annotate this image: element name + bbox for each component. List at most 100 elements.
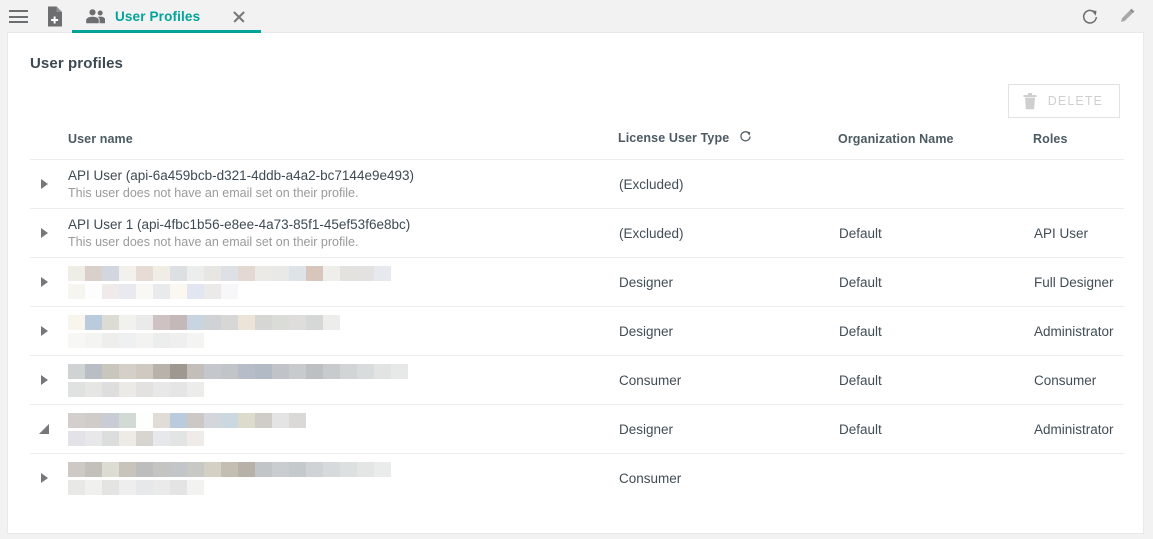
redacted-block [102,412,119,428]
redacted-block [221,412,238,428]
redacted-block [272,412,289,428]
redacted-block [340,265,357,281]
refresh-icon [740,131,751,142]
redacted-line [68,265,618,281]
redacted-block [340,461,357,477]
table-toolbar: DELETE [8,72,1143,118]
delete-button[interactable]: DELETE [1007,84,1120,118]
cell-user-name [68,257,618,307]
cell-license-user-type-text: Consumer [619,372,682,388]
redacted-block [374,461,391,477]
redacted-block [221,265,238,281]
cell-license-user-type-text: Designer [619,274,674,290]
cell-roles: Administrator [1033,404,1124,454]
table-row[interactable]: Consumer Default Consumer [30,355,1124,405]
redacted-block [204,363,221,379]
table-row[interactable]: Designer Default Full Designer [30,257,1124,307]
cell-roles [1033,159,1124,209]
close-icon[interactable] [231,9,247,25]
redacted-user-name [68,410,618,449]
redacted-line [68,430,618,446]
edit-button[interactable] [1111,2,1141,32]
redacted-block [221,314,238,330]
redacted-block [85,430,102,446]
row-expand-toggle[interactable] [30,208,68,258]
table-row[interactable]: Designer Default Administrator [30,306,1124,356]
redacted-block [204,461,221,477]
column-header-user-name[interactable]: User name [68,130,618,160]
new-document-button[interactable] [36,0,72,33]
redacted-block [255,461,272,477]
column-header-user-name-label: User name [68,132,133,146]
redacted-block [136,314,153,330]
redacted-block [119,381,136,397]
cell-organization-name: Default [838,306,1033,356]
delete-button-label: DELETE [1047,94,1103,108]
user-email-note: This user does not have an email set on … [68,185,359,200]
caret-right-icon [41,473,48,484]
cell-license-user-type: Consumer [618,355,838,405]
cell-license-user-type: Designer [618,404,838,454]
redacted-block [68,265,85,281]
row-expand-toggle[interactable] [30,453,68,503]
redacted-block [357,461,374,477]
cell-license-user-type-text: Designer [619,323,674,339]
redacted-block [119,265,136,281]
redacted-block [68,363,85,379]
cell-organization-name: Default [838,355,1033,405]
redacted-block [153,332,170,348]
redacted-line [68,332,618,348]
cell-roles: Administrator [1033,306,1124,356]
tab-user-profiles[interactable]: User Profiles [72,0,262,33]
redacted-block [204,314,221,330]
table-row[interactable]: Consumer [30,453,1124,503]
cell-roles-text: Full Designer [1034,274,1114,290]
redacted-block [170,479,187,495]
caret-right-icon [41,228,48,238]
refresh-button[interactable] [1075,2,1105,32]
column-header-organization-name[interactable]: Organization Name [838,130,1033,160]
cell-organization-name-text [838,471,839,486]
table-row[interactable]: API User 1 (api-4fbc1b56-e8ee-4a73-85f1-… [30,208,1124,258]
redacted-block [272,314,289,330]
redacted-block [187,332,204,348]
redacted-block [323,265,340,281]
redacted-block [289,265,306,281]
redacted-block [153,283,170,299]
cell-roles-text: Administrator [1034,323,1114,339]
row-expand-toggle[interactable] [30,257,68,307]
cell-roles-text [1033,471,1034,486]
license-refresh-button[interactable] [739,130,752,146]
redacted-block [102,363,119,379]
row-expand-toggle[interactable] [30,159,68,209]
row-expand-toggle[interactable] [30,404,68,454]
redacted-block [68,430,85,446]
redacted-block [102,332,119,348]
redacted-block [272,265,289,281]
cell-organization-name [838,453,1033,503]
menu-button[interactable] [0,0,36,33]
user-name-text: API User 1 (api-4fbc1b56-e8ee-4a73-85f1-… [68,216,411,232]
redacted-block [289,412,306,428]
redacted-block [238,461,255,477]
table-row[interactable]: Designer Default Administrator [30,404,1124,454]
redacted-block [153,461,170,477]
row-expand-toggle[interactable] [30,306,68,356]
redacted-block [170,265,187,281]
redacted-block [221,461,238,477]
redacted-block [255,314,272,330]
table-row[interactable]: API User (api-6a459bcb-d321-4ddb-a4a2-bc… [30,159,1124,209]
redacted-block [119,363,136,379]
redacted-block [85,332,102,348]
column-header-roles[interactable]: Roles [1033,130,1124,160]
row-expand-toggle[interactable] [30,355,68,405]
table-header: User name License User Type Organization… [30,130,1124,160]
redacted-block [204,265,221,281]
column-header-license-user-type[interactable]: License User Type [618,130,838,160]
redacted-block [68,412,85,428]
redacted-block [102,265,119,281]
tab-label: User Profiles [115,9,201,24]
redacted-block [187,479,204,495]
redacted-block [187,430,204,446]
redacted-block [170,461,187,477]
